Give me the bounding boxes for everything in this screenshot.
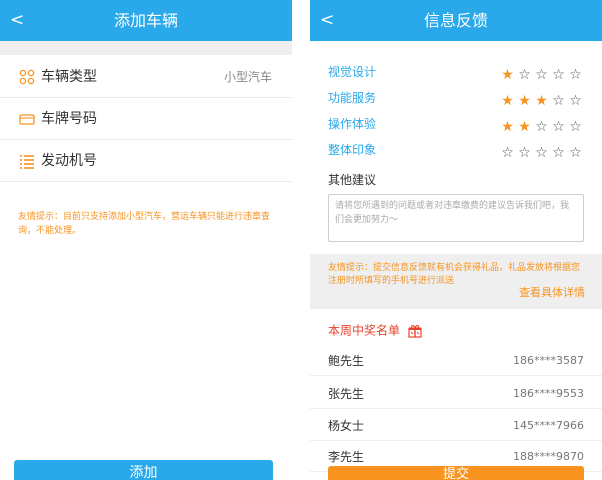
suggestion-input[interactable] (328, 194, 584, 242)
star-empty-icon[interactable]: ☆ (567, 67, 584, 83)
section-divider (0, 41, 292, 55)
submit-button[interactable]: 提交 (328, 466, 584, 480)
star-rating[interactable]: ★ ☆ ☆ ☆ ☆ (499, 64, 584, 83)
star-filled-icon[interactable]: ★ (533, 93, 550, 109)
rating-label: 功能服务 (328, 91, 377, 105)
vehicle-type-value: 小型汽车 (223, 70, 272, 84)
star-empty-icon[interactable]: ☆ (533, 145, 550, 161)
winners-title: 本周中奖名单 (328, 323, 401, 338)
view-details-link[interactable]: 查看具体详情 (519, 286, 585, 300)
winner-name: 张先生 (328, 387, 365, 401)
tip-text: 友情提示：提交信息反馈就有机会获得礼品，礼品发放将根据您注册时所填写的手机号进行… (328, 263, 581, 286)
gift-icon (408, 324, 422, 338)
star-filled-icon[interactable]: ★ (499, 67, 516, 83)
winner-name: 李先生 (328, 450, 365, 464)
license-plate-label: 车牌号码 (41, 111, 97, 127)
rating-row-overall-impression: 整体印象 ☆ ☆ ☆ ☆ ☆ (328, 140, 584, 161)
rating-label: 整体印象 (328, 143, 377, 157)
feedback-navbar: < 信息反馈 (310, 0, 602, 41)
feedback-screen: < 信息反馈 视觉设计 ★ ☆ ☆ ☆ ☆ 功能服务 ★ ★ ★ ☆ ☆ 操作体验 ★ ★ ☆ ☆ ☆ … (310, 0, 602, 480)
winner-phone: 188****9870 (513, 450, 584, 463)
star-empty-icon[interactable]: ☆ (499, 145, 516, 161)
other-suggestions-title: 其他建议 (328, 173, 377, 187)
winner-row: 杨女士 145****7966 (310, 411, 602, 441)
winner-name: 鲍先生 (328, 354, 365, 368)
winner-name: 杨女士 (328, 419, 365, 433)
star-rating[interactable]: ☆ ☆ ☆ ☆ ☆ (499, 142, 584, 161)
add-vehicle-navbar: < 添加车辆 (0, 0, 292, 41)
star-empty-icon[interactable]: ☆ (567, 93, 584, 109)
star-empty-icon[interactable]: ☆ (533, 119, 550, 135)
engine-number-row[interactable]: 发动机号 (0, 140, 292, 182)
add-vehicle-screen: < 添加车辆 车辆类型 小型汽车 车牌号码 发动机号 友情提示：目前只支持添加小… (0, 0, 292, 480)
star-empty-icon[interactable]: ☆ (516, 145, 533, 161)
star-filled-icon[interactable]: ★ (516, 119, 533, 135)
rating-row-operation-experience: 操作体验 ★ ★ ☆ ☆ ☆ (328, 114, 584, 135)
star-empty-icon[interactable]: ☆ (516, 67, 533, 83)
star-empty-icon[interactable]: ☆ (550, 119, 567, 135)
license-plate-icon (19, 114, 35, 125)
star-filled-icon[interactable]: ★ (516, 93, 533, 109)
notice-text: 友情提示：目前只支持添加小型汽车，营运车辆只能进行违章查询，不能处理。 (18, 212, 271, 236)
star-empty-icon[interactable]: ☆ (533, 67, 550, 83)
page-title: 添加车辆 (113, 11, 178, 30)
star-empty-icon[interactable]: ☆ (567, 145, 584, 161)
star-rating[interactable]: ★ ★ ★ ☆ ☆ (499, 90, 584, 109)
page-title: 信息反馈 (423, 11, 488, 30)
winner-phone: 145****7966 (513, 419, 584, 432)
add-button[interactable]: 添加 (14, 460, 273, 480)
rating-label: 操作体验 (328, 117, 377, 131)
winner-row: 张先生 186****9553 (310, 379, 602, 409)
star-empty-icon[interactable]: ☆ (567, 119, 584, 135)
vehicle-type-label: 车辆类型 (41, 69, 97, 85)
star-filled-icon[interactable]: ★ (499, 119, 516, 135)
engine-number-label: 发动机号 (41, 153, 97, 169)
star-empty-icon[interactable]: ☆ (550, 67, 567, 83)
rating-row-visual-design: 视觉设计 ★ ☆ ☆ ☆ ☆ (328, 62, 584, 83)
star-empty-icon[interactable]: ☆ (550, 93, 567, 109)
engine-number-icon (20, 155, 34, 169)
rating-row-function-service: 功能服务 ★ ★ ★ ☆ ☆ (328, 88, 584, 109)
winners-header: 本周中奖名单 (328, 320, 422, 338)
star-rating[interactable]: ★ ★ ☆ ☆ ☆ (499, 116, 584, 135)
vehicle-type-icon (19, 69, 35, 85)
winner-phone: 186****3587 (513, 354, 584, 367)
winner-phone: 186****9553 (513, 387, 584, 400)
tip-box: 友情提示：提交信息反馈就有机会获得礼品，礼品发放将根据您注册时所填写的手机号进行… (310, 254, 602, 309)
star-empty-icon[interactable]: ☆ (550, 145, 567, 161)
winner-row: 鲍先生 186****3587 (310, 346, 602, 376)
vehicle-type-row[interactable]: 车辆类型 小型汽车 (0, 56, 292, 98)
rating-label: 视觉设计 (328, 65, 377, 79)
star-filled-icon[interactable]: ★ (499, 93, 516, 109)
license-plate-row[interactable]: 车牌号码 (0, 98, 292, 140)
